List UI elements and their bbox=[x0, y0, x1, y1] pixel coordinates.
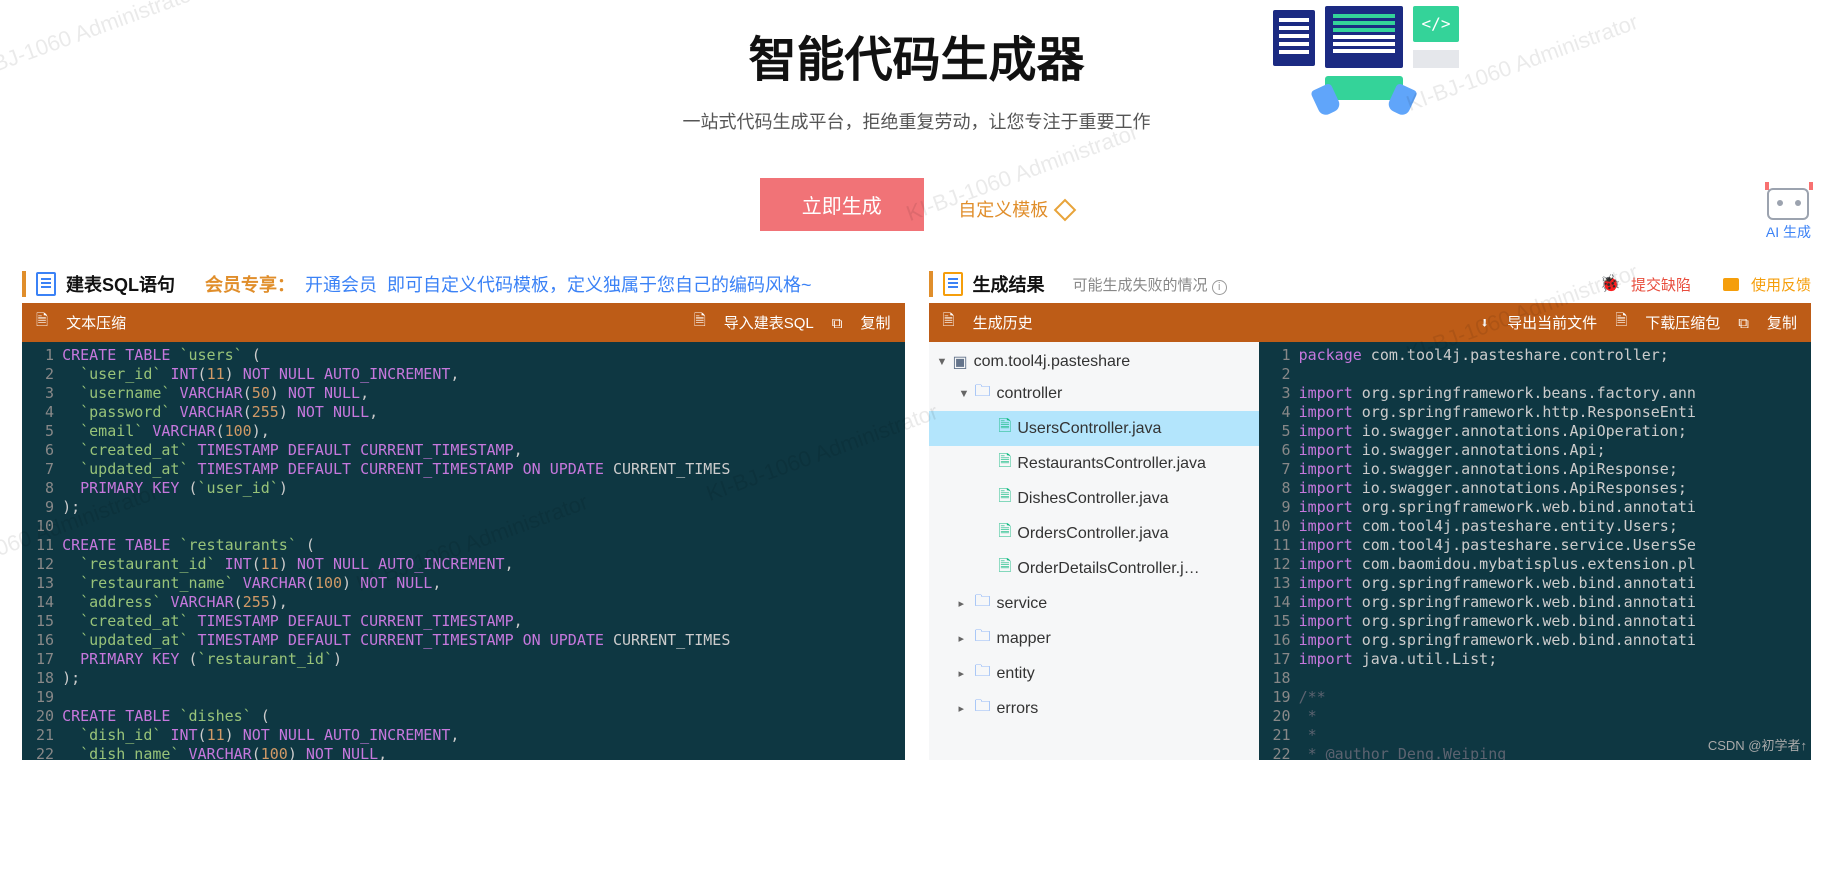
result-toolbar: 🗎 生成历史 ⬇ 导出当前文件 🗎 下载压缩包 ⧉ 复制 bbox=[929, 303, 1812, 342]
history-button[interactable]: 生成历史 bbox=[973, 312, 1033, 333]
custom-template-link[interactable]: 自定义模板 bbox=[958, 196, 1073, 222]
tree-folder-controller[interactable]: ▼🗀 controller bbox=[929, 376, 1259, 411]
result-icon bbox=[943, 272, 963, 296]
report-bug-link[interactable]: 提交缺陷 bbox=[1631, 274, 1691, 295]
accent-bar bbox=[22, 271, 26, 297]
result-panel-title: 生成结果 bbox=[973, 271, 1045, 297]
bug-icon: 🐞 bbox=[1600, 274, 1621, 294]
footer-credit: CSDN @初学者↑ bbox=[1708, 735, 1807, 754]
copy-icon: ⧉ bbox=[832, 314, 843, 332]
tree-folder-errors[interactable]: ▸🗀 errors bbox=[929, 691, 1259, 726]
result-panel: 生成结果 可能生成失败的情况 i 🐞 提交缺陷 使用反馈 🗎 生成历史 ⬇ 导出… bbox=[929, 265, 1812, 760]
robot-icon bbox=[1767, 188, 1809, 220]
tree-file[interactable]: 🗎 OrdersController.java bbox=[929, 516, 1259, 551]
ai-generate-button[interactable]: AI 生成 bbox=[1766, 188, 1811, 242]
history-icon: 🗎 bbox=[943, 310, 955, 335]
copy-icon: ⧉ bbox=[1738, 314, 1749, 332]
tree-folder-entity[interactable]: ▸🗀 entity bbox=[929, 656, 1259, 691]
tree-file[interactable]: 🗎 DishesController.java bbox=[929, 481, 1259, 516]
zip-icon: 🗎 bbox=[1615, 310, 1627, 335]
generate-button[interactable]: 立即生成 bbox=[760, 178, 924, 231]
hero-header: 智能代码生成器 一站式代码生成平台，拒绝重复劳动，让您专注于重要工作 </> bbox=[0, 0, 1833, 134]
document-icon bbox=[36, 272, 56, 296]
import-icon: 🗎 bbox=[694, 310, 706, 335]
copy-result-button[interactable]: 复制 bbox=[1767, 312, 1797, 333]
action-row: 立即生成 自定义模板 bbox=[0, 178, 1833, 231]
feedback-icon bbox=[1723, 278, 1739, 291]
sql-toolbar: 🗎 文本压缩 🗎 导入建表SQL ⧉ 复制 bbox=[22, 303, 905, 342]
fail-hint-link[interactable]: 可能生成失败的情况 i bbox=[1073, 274, 1227, 295]
page-title: 智能代码生成器 bbox=[0, 20, 1833, 90]
export-current-button[interactable]: 导出当前文件 bbox=[1507, 312, 1597, 333]
info-icon: i bbox=[1212, 280, 1227, 295]
open-vip-link[interactable]: 开通会员 bbox=[305, 271, 377, 297]
member-tail: 即可自定义代码模板，定义独属于您自己的编码风格~ bbox=[387, 271, 812, 297]
sql-editor[interactable]: 12345678910111213141516171819202122 CREA… bbox=[22, 342, 905, 760]
tree-package[interactable]: ▼▣ com.tool4j.pasteshare bbox=[929, 348, 1259, 376]
hero-illustration: </> bbox=[1273, 6, 1473, 116]
accent-bar bbox=[929, 271, 933, 297]
tree-folder-mapper[interactable]: ▸🗀 mapper bbox=[929, 621, 1259, 656]
sql-panel: 建表SQL语句 会员专享： 开通会员 即可自定义代码模板，定义独属于您自己的编码… bbox=[22, 265, 905, 760]
tree-folder-service[interactable]: ▸🗀 service bbox=[929, 586, 1259, 621]
java-editor[interactable]: 12345678910111213141516171819202122 pack… bbox=[1259, 342, 1812, 760]
import-sql-button[interactable]: 导入建表SQL bbox=[724, 312, 814, 333]
tree-file[interactable]: 🗎 RestaurantsController.java bbox=[929, 446, 1259, 481]
file-tree[interactable]: ▼▣ com.tool4j.pasteshare▼🗀 controller🗎 U… bbox=[929, 342, 1259, 760]
feedback-link[interactable]: 使用反馈 bbox=[1751, 274, 1811, 295]
compress-icon: 🗎 bbox=[36, 310, 48, 335]
copy-sql-button[interactable]: 复制 bbox=[860, 312, 890, 333]
member-label: 会员专享： bbox=[205, 271, 295, 297]
export-icon: ⬇ bbox=[1480, 314, 1489, 332]
tree-file[interactable]: 🗎 UsersController.java bbox=[929, 411, 1259, 446]
page-subtitle: 一站式代码生成平台，拒绝重复劳动，让您专注于重要工作 bbox=[0, 108, 1833, 134]
download-zip-button[interactable]: 下载压缩包 bbox=[1645, 312, 1720, 333]
compress-button[interactable]: 文本压缩 bbox=[66, 312, 126, 333]
sql-panel-title: 建表SQL语句 bbox=[66, 271, 175, 297]
diamond-icon bbox=[1054, 198, 1077, 221]
tree-file[interactable]: 🗎 OrderDetailsController.j… bbox=[929, 551, 1259, 586]
